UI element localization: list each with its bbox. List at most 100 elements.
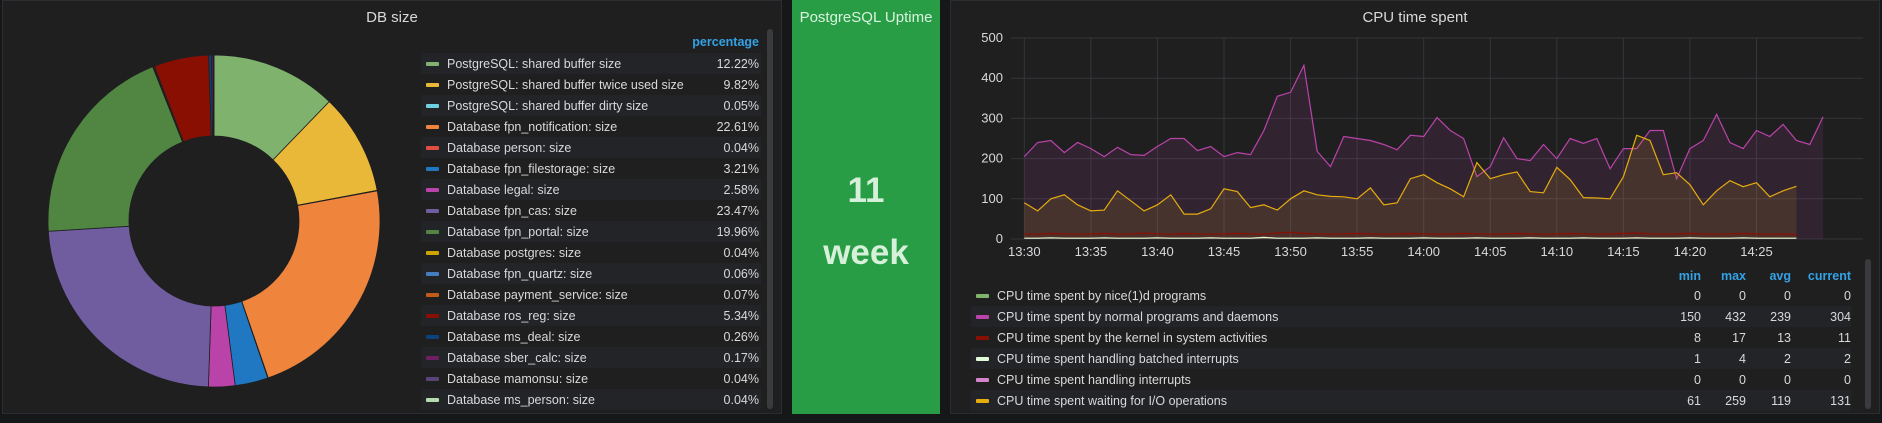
legend-label[interactable]: Database fpn_portal: size xyxy=(447,225,699,239)
legend-item[interactable]: PostgreSQL: shared buffer dirty size 0.05… xyxy=(421,95,761,116)
legend-item[interactable]: PostgreSQL: shared buffer size 12.22% xyxy=(421,53,761,74)
legend-value: 3.21% xyxy=(723,161,759,176)
legend-label[interactable]: CPU time spent handling batched interrup… xyxy=(997,352,1656,366)
legend-item[interactable]: Database fpn_cas: size 23.47% xyxy=(421,200,761,221)
x-tick-label: 14:25 xyxy=(1740,244,1773,259)
series-color-swatch[interactable] xyxy=(426,355,439,360)
legend-item[interactable]: PostgreSQL: shared buffer twice used siz… xyxy=(421,74,761,95)
legend-header-percentage[interactable]: percentage xyxy=(421,35,761,53)
series-color-swatch[interactable] xyxy=(426,145,439,150)
legend-label[interactable]: Database person: size xyxy=(447,141,699,155)
legend-header-avg[interactable]: avg xyxy=(1746,269,1791,283)
legend-label[interactable]: PostgreSQL: shared buffer dirty size xyxy=(447,99,699,113)
series-color-swatch[interactable] xyxy=(426,376,439,381)
legend-item[interactable]: Database fpn_quartz: size 0.06% xyxy=(421,263,761,284)
legend-item[interactable]: Database ros_reg: size 5.34% xyxy=(421,305,761,326)
legend-label[interactable]: Database postgres: size xyxy=(447,246,699,260)
legend-item[interactable]: Database payment_service: size 0.07% xyxy=(421,284,761,305)
legend-item[interactable]: Database legal: size 2.58% xyxy=(421,179,761,200)
legend-item[interactable]: Database fpn_filestorage: size 3.21% xyxy=(421,158,761,179)
legend-label[interactable]: Database payment_service: size xyxy=(447,288,699,302)
legend-item[interactable]: Database postgres: size 0.04% xyxy=(421,242,761,263)
series-color-swatch[interactable] xyxy=(426,124,439,129)
legend-item[interactable]: Database ms_person: size 0.04% xyxy=(421,389,761,410)
legend-label[interactable]: Database fpn_cas: size xyxy=(447,204,699,218)
legend-label[interactable]: Database fpn_filestorage: size xyxy=(447,162,699,176)
series-color-swatch[interactable] xyxy=(426,334,439,339)
legend-item[interactable]: Database mamonsu: size 0.04% xyxy=(421,368,761,389)
legend-label[interactable]: Database ms_deal: size xyxy=(447,330,699,344)
legend-current-value: 0 xyxy=(1844,288,1851,303)
series-color-swatch[interactable] xyxy=(976,293,989,298)
legend-label[interactable]: PostgreSQL: shared buffer twice used siz… xyxy=(447,78,699,92)
legend-item[interactable]: CPU time spent by normal programs and da… xyxy=(971,306,1851,327)
donut-slice[interactable] xyxy=(241,190,381,379)
legend-label[interactable]: CPU time spent by nice(1)d programs xyxy=(997,289,1656,303)
legend-item[interactable]: CPU time spent handling batched interrup… xyxy=(971,348,1851,369)
legend-item[interactable]: Database ms_deal: size 0.26% xyxy=(421,326,761,347)
series-color-swatch[interactable] xyxy=(426,166,439,171)
legend-item[interactable]: Database person: size 0.04% xyxy=(421,137,761,158)
legend-item[interactable]: CPU time spent waiting for I/O operation… xyxy=(971,390,1851,411)
legend-label[interactable]: Database fpn_notification: size xyxy=(447,120,699,134)
legend-label[interactable]: Database legal: size xyxy=(447,183,699,197)
legend-header-max[interactable]: max xyxy=(1701,269,1746,283)
legend-label[interactable]: Database mamonsu: size xyxy=(447,372,699,386)
legend-value: 0.06% xyxy=(723,266,759,281)
series-color-swatch[interactable] xyxy=(426,82,439,87)
legend-avg-value: 0 xyxy=(1784,288,1791,303)
donut-slice[interactable] xyxy=(47,225,212,388)
db-size-panel: DB size percentage PostgreSQL: shared bu… xyxy=(2,0,782,414)
series-color-swatch[interactable] xyxy=(976,398,989,403)
series-color-swatch[interactable] xyxy=(426,187,439,192)
series-color-swatch[interactable] xyxy=(426,61,439,66)
series-color-swatch[interactable] xyxy=(426,292,439,297)
legend-current-value: 0 xyxy=(1844,372,1851,387)
legend-scrollbar[interactable] xyxy=(767,29,773,409)
series-color-swatch[interactable] xyxy=(426,397,439,402)
legend-label[interactable]: CPU time spent handling interrupts xyxy=(997,373,1656,387)
legend-label[interactable]: Database ms_person: size xyxy=(447,393,699,407)
legend-item[interactable]: Database fpn_notification: size 22.61% xyxy=(421,116,761,137)
y-tick-label: 200 xyxy=(981,151,1003,166)
series-color-swatch[interactable] xyxy=(976,377,989,382)
series-color-swatch[interactable] xyxy=(426,229,439,234)
legend-avg-value: 119 xyxy=(1771,393,1791,408)
legend-header-min[interactable]: min xyxy=(1656,269,1701,283)
series-color-swatch[interactable] xyxy=(976,335,989,340)
y-tick-label: 300 xyxy=(981,110,1003,125)
legend-label[interactable]: Database ros_reg: size xyxy=(447,309,699,323)
legend-item[interactable]: Database fpn_portal: size 19.96% xyxy=(421,221,761,242)
legend-value: 0.07% xyxy=(723,287,759,302)
series-color-swatch[interactable] xyxy=(426,103,439,108)
x-tick-label: 14:20 xyxy=(1674,244,1707,259)
legend-header-current[interactable]: current xyxy=(1791,269,1851,283)
legend-min-value: 0 xyxy=(1694,288,1701,303)
legend-min-value: 150 xyxy=(1680,309,1701,324)
panel-title: DB size xyxy=(366,9,418,26)
series-color-swatch[interactable] xyxy=(426,271,439,276)
legend-value: 22.61% xyxy=(716,119,759,134)
series-color-swatch[interactable] xyxy=(426,250,439,255)
uptime-unit: week xyxy=(823,233,909,272)
cpu-time-panel: CPU time spent 0 100 200 300 400 500 13:30 13:3… xyxy=(950,0,1880,414)
legend-label[interactable]: PostgreSQL: shared buffer size xyxy=(447,57,699,71)
legend-item[interactable]: CPU time spent handling interrupts 0 0 0 0 xyxy=(971,369,1851,390)
legend-item[interactable]: CPU time spent by nice(1)d programs 0 0 0 0 xyxy=(971,285,1851,306)
series-color-swatch[interactable] xyxy=(426,313,439,318)
cpu-graph[interactable]: 0 100 200 300 400 500 13:30 13:35 13:40 13:45 13:5… xyxy=(951,1,1880,266)
legend-label[interactable]: CPU time spent waiting for I/O operation… xyxy=(997,394,1656,408)
legend-label[interactable]: CPU time spent by the kernel in system a… xyxy=(997,331,1656,345)
legend-current-value: 2 xyxy=(1844,351,1851,366)
legend-label[interactable]: CPU time spent by normal programs and da… xyxy=(997,310,1656,324)
legend-item[interactable]: CPU time spent by the kernel in system a… xyxy=(971,327,1851,348)
legend-item[interactable]: Database sber_calc: size 0.17% xyxy=(421,347,761,368)
series-color-swatch[interactable] xyxy=(976,314,989,319)
series-color-swatch[interactable] xyxy=(426,208,439,213)
legend-max-value: 17 xyxy=(1732,330,1746,345)
series-color-swatch[interactable] xyxy=(976,356,989,361)
legend-label[interactable]: Database fpn_quartz: size xyxy=(447,267,699,281)
legend-value: 19.96% xyxy=(716,224,759,239)
legend-label[interactable]: Database sber_calc: size xyxy=(447,351,699,365)
legend-scrollbar[interactable] xyxy=(1865,259,1871,409)
